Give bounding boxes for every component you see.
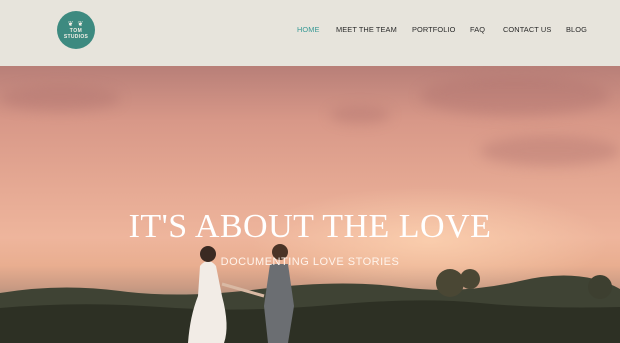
- hero-subheadline: DOCUMENTING LOVE STORIES: [220, 256, 400, 268]
- nav-faq[interactable]: FAQ: [470, 25, 485, 34]
- sky-cloud: [330, 106, 390, 124]
- nav-home[interactable]: HOME: [297, 25, 320, 34]
- sky-cloud: [0, 86, 120, 111]
- nav-contact-us[interactable]: CONTACT US: [503, 25, 551, 34]
- hero-banner: IT'S ABOUT THE LOVE DOCUMENTING LOVE STO…: [0, 66, 620, 343]
- nav-meet-the-team[interactable]: MEET THE TEAM: [336, 25, 397, 34]
- site-header: ❦ ❦ TOM STUDIOS HOME MEET THE TEAM PORTF…: [0, 0, 620, 66]
- nav-blog[interactable]: BLOG: [566, 25, 587, 34]
- sky-cloud: [480, 136, 620, 166]
- nav-portfolio[interactable]: PORTFOLIO: [412, 25, 455, 34]
- main-nav: HOME MEET THE TEAM PORTFOLIO FAQ CONTACT…: [0, 25, 620, 37]
- sky-cloud: [420, 76, 610, 116]
- hero-headline: IT'S ABOUT THE LOVE: [128, 208, 492, 245]
- couple-photo: [188, 244, 294, 343]
